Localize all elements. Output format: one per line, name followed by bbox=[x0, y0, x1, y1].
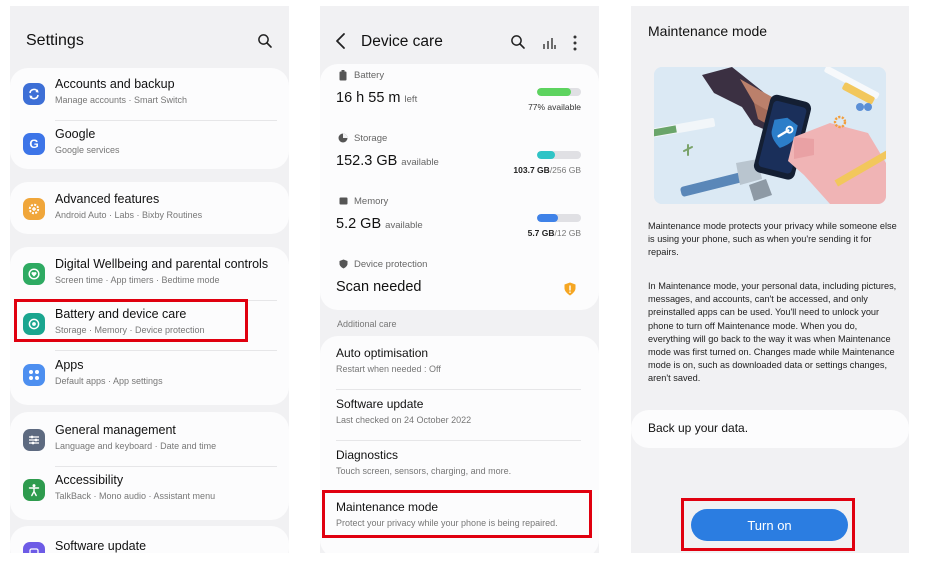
settings-item-advanced-features[interactable]: Advanced features Android Auto · Labs · … bbox=[10, 185, 289, 235]
maintenance-illustration bbox=[654, 67, 886, 204]
maintenance-description-2: In Maintenance mode, your personal data,… bbox=[648, 281, 897, 384]
item-label: Advanced features bbox=[55, 192, 160, 206]
item-label: General management bbox=[55, 423, 176, 437]
backup-data-link[interactable]: Back up your data. bbox=[648, 421, 748, 435]
care-item-label: Diagnostics bbox=[336, 448, 399, 462]
settings-item-google[interactable]: G Google Google services bbox=[10, 120, 289, 170]
settings-item-digital-wellbeing[interactable]: Digital Wellbeing and parental controls … bbox=[10, 250, 289, 300]
page-title: Settings bbox=[26, 32, 84, 49]
care-item-subtitle: Restart when needed : Off bbox=[336, 364, 441, 374]
back-arrow-icon bbox=[336, 33, 345, 49]
search-icon bbox=[258, 34, 272, 48]
battery-bar bbox=[537, 88, 581, 96]
sliders-icon bbox=[23, 429, 45, 451]
item-label: Battery and device care bbox=[55, 307, 187, 321]
item-subtitle: Default apps · App settings bbox=[55, 376, 163, 386]
care-item-label: Software update bbox=[336, 397, 424, 411]
battery-stat[interactable]: Battery 16 h 55 m left 77% available bbox=[320, 68, 599, 120]
memory-bar bbox=[537, 214, 581, 222]
battery-icon bbox=[339, 70, 347, 81]
care-item-subtitle: Last checked on 24 October 2022 bbox=[336, 415, 472, 425]
settings-item-accessibility[interactable]: Accessibility TalkBack · Mono audio · As… bbox=[10, 466, 289, 516]
storage-pie-icon bbox=[338, 133, 348, 143]
settings-screen: Settings Accounts and backup Manage acco… bbox=[10, 6, 289, 553]
memory-chip-icon bbox=[339, 197, 348, 205]
device-care-icon bbox=[23, 313, 45, 335]
search-icon bbox=[511, 35, 525, 49]
settings-item-battery-device-care[interactable]: Battery and device care Storage · Memory… bbox=[10, 300, 289, 350]
care-item-subtitle: Touch screen, sensors, charging, and mor… bbox=[336, 466, 512, 476]
item-label: Software update bbox=[55, 539, 147, 553]
storage-bar-fill bbox=[537, 151, 555, 159]
settings-item-apps[interactable]: Apps Default apps · App settings bbox=[10, 351, 289, 401]
protection-label: Device protection bbox=[354, 259, 428, 270]
turn-on-button[interactable]: Turn on bbox=[691, 509, 848, 541]
software-update-icon bbox=[23, 542, 45, 553]
more-options-button[interactable] bbox=[569, 34, 581, 52]
item-subtitle: Android Auto · Labs · Bixby Routines bbox=[55, 210, 203, 220]
care-item-maintenance-mode[interactable]: Maintenance mode Protect your privacy wh… bbox=[320, 492, 599, 543]
memory-stat[interactable]: Memory 5.2 GB available 5.7 GB/12 GB bbox=[320, 194, 599, 246]
search-button[interactable] bbox=[257, 33, 277, 53]
device-care-screen: Device care Battery 16 h 55 m left 77% a… bbox=[320, 6, 599, 553]
wellbeing-icon bbox=[23, 263, 45, 285]
item-subtitle: TalkBack · Mono audio · Assistant menu bbox=[55, 491, 216, 501]
gear-plus-icon bbox=[23, 198, 45, 220]
item-label: Apps bbox=[55, 358, 84, 372]
more-vertical-icon bbox=[573, 35, 577, 51]
settings-item-accounts-backup[interactable]: Accounts and backup Manage accounts · Sm… bbox=[10, 70, 289, 120]
accessibility-icon bbox=[23, 479, 45, 501]
care-item-label: Maintenance mode bbox=[336, 500, 439, 514]
protection-status: Scan needed bbox=[336, 279, 422, 295]
chart-button[interactable] bbox=[541, 35, 557, 51]
maintenance-description-1: Maintenance mode protects your privacy w… bbox=[648, 221, 897, 258]
battery-label: Battery bbox=[354, 70, 385, 81]
sync-icon bbox=[23, 83, 45, 105]
care-item-diagnostics[interactable]: Diagnostics Touch screen, sensors, charg… bbox=[320, 440, 599, 491]
item-label: Digital Wellbeing and parental controls bbox=[55, 257, 269, 271]
search-button[interactable] bbox=[510, 34, 530, 54]
storage-used: 103.7 GB/256 GB bbox=[513, 165, 581, 175]
memory-label: Memory bbox=[354, 196, 389, 207]
device-protection-stat[interactable]: Device protection Scan needed bbox=[320, 257, 599, 305]
additional-care-header: Additional care bbox=[337, 319, 397, 329]
apps-grid-icon bbox=[23, 364, 45, 386]
warning-shield-icon bbox=[564, 282, 576, 296]
item-subtitle: Language and keyboard · Date and time bbox=[55, 441, 217, 451]
care-item-subtitle: Protect your privacy while your phone is… bbox=[336, 518, 558, 528]
back-button[interactable] bbox=[334, 32, 350, 52]
storage-stat[interactable]: Storage 152.3 GB available 103.7 GB/256 … bbox=[320, 131, 599, 183]
storage-label: Storage bbox=[354, 133, 388, 144]
storage-available-value: 152.3 GB bbox=[336, 153, 398, 169]
storage-bar bbox=[537, 151, 581, 159]
care-item-label: Auto optimisation bbox=[336, 346, 429, 360]
memory-bar-fill bbox=[537, 214, 559, 222]
item-subtitle: Screen time · App timers · Bedtime mode bbox=[55, 275, 220, 285]
shield-icon bbox=[339, 259, 348, 269]
memory-used: 5.7 GB/12 GB bbox=[527, 228, 581, 238]
item-label: Accounts and backup bbox=[55, 77, 175, 91]
repair-hands-illustration bbox=[654, 67, 886, 204]
settings-item-software-update[interactable]: Software update bbox=[10, 531, 289, 553]
page-title: Device care bbox=[361, 33, 443, 50]
item-label: Google bbox=[55, 127, 96, 141]
google-icon: G bbox=[23, 133, 45, 155]
item-label: Accessibility bbox=[55, 473, 124, 487]
item-subtitle: Storage · Memory · Device protection bbox=[55, 325, 205, 335]
memory-unit: available bbox=[385, 220, 423, 231]
battery-bar-fill bbox=[537, 88, 571, 96]
memory-available-value: 5.2 GB bbox=[336, 216, 382, 232]
battery-time: 16 h 55 m bbox=[336, 90, 401, 106]
battery-unit: left bbox=[404, 94, 418, 105]
page-title: Maintenance mode bbox=[648, 23, 768, 39]
settings-item-general-management[interactable]: General management Language and keyboard… bbox=[10, 416, 289, 466]
bar-chart-icon bbox=[543, 38, 556, 49]
care-item-auto-optimisation[interactable]: Auto optimisation Restart when needed : … bbox=[320, 338, 599, 389]
storage-unit: available bbox=[401, 157, 439, 168]
maintenance-mode-screen: Maintenance mode Maintenance mode protec… bbox=[631, 6, 909, 553]
item-subtitle: Manage accounts · Smart Switch bbox=[55, 95, 188, 105]
care-item-software-update[interactable]: Software update Last checked on 24 Octob… bbox=[320, 389, 599, 440]
item-subtitle: Google services bbox=[55, 145, 120, 155]
battery-available: 77% available bbox=[528, 102, 581, 112]
